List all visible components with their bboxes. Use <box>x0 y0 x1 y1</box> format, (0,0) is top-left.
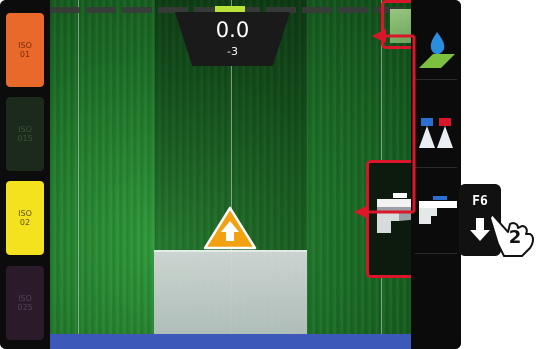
iso-015-label: ISO <box>18 125 32 134</box>
implement-outline <box>154 250 307 336</box>
field-thumbnail-icon <box>390 9 411 43</box>
boom-section-icon <box>419 196 457 224</box>
terminal-screen: ISO 01 ISO 015 ISO 02 ISO 025 0.0 -3 <box>0 0 461 349</box>
water-drop-field-button[interactable] <box>415 8 457 80</box>
boom-section-large-icon <box>377 193 411 233</box>
right-button-column <box>411 0 461 349</box>
bottom-status-bar <box>50 334 411 349</box>
iso-01-value: 01 <box>19 50 31 59</box>
iso-025-label: ISO <box>18 294 32 303</box>
iso-015-button[interactable]: ISO 015 <box>6 97 44 171</box>
highlight-top <box>381 0 411 49</box>
nozzle-pair-icon <box>419 118 453 148</box>
iso-025-value: 025 <box>17 303 33 312</box>
readout-offset: -3 <box>227 45 238 58</box>
left-button-column: ISO 01 ISO 015 ISO 02 ISO 025 <box>0 0 50 349</box>
highlight-middle <box>366 160 411 278</box>
f6-key-label: F6 <box>472 194 488 209</box>
iso-01-label: ISO <box>18 41 32 50</box>
field-view: 0.0 -3 <box>50 0 411 349</box>
step-number: 2 <box>508 227 522 248</box>
iso-02-label: ISO <box>18 209 32 218</box>
guide-line-left <box>78 0 79 349</box>
iso-02-value: 02 <box>19 218 31 227</box>
iso-025-button[interactable]: ISO 025 <box>6 266 44 340</box>
iso-01-button[interactable]: ISO 01 <box>6 13 44 87</box>
guidance-readout: 0.0 -3 <box>175 12 290 66</box>
iso-015-value: 015 <box>17 134 33 143</box>
vehicle-arrow-icon <box>203 206 257 250</box>
nozzle-pair-button[interactable] <box>415 96 457 168</box>
iso-02-button[interactable]: ISO 02 <box>6 181 44 255</box>
water-drop-field-icon <box>419 32 455 68</box>
readout-value: 0.0 <box>215 18 250 42</box>
boom-section-button[interactable] <box>415 182 457 254</box>
